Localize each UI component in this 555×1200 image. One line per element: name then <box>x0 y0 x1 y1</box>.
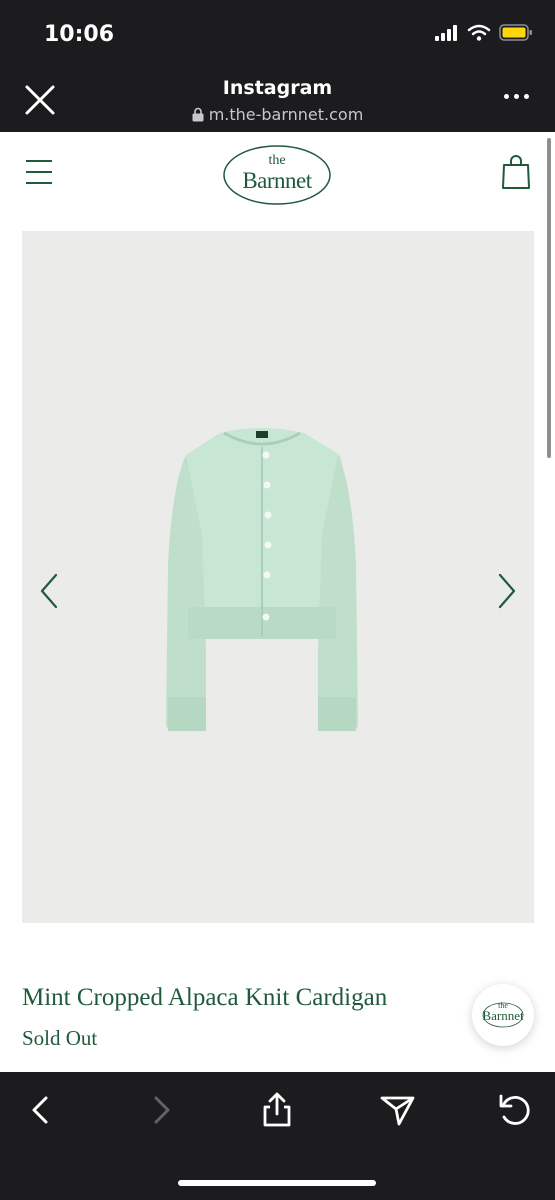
page-scrollbar[interactable] <box>547 138 551 458</box>
gallery-prev-button[interactable] <box>36 571 62 611</box>
browser-title: Instagram <box>222 77 333 99</box>
menu-button[interactable] <box>26 160 52 188</box>
signal-icon <box>435 24 457 41</box>
home-indicator <box>178 1180 376 1186</box>
wifi-icon <box>467 24 491 41</box>
web-page: the Barnnet Mint Cropped Alpaca Knit Car… <box>0 132 555 1072</box>
browser-toolbar <box>0 1072 555 1200</box>
chevron-right-icon <box>498 573 516 609</box>
in-app-browser-header: Instagram m.the-barnnet.com <box>0 68 555 132</box>
status-bar: 10:06 <box>0 0 555 68</box>
product-status: Sold Out <box>22 1026 98 1050</box>
lock-icon <box>192 107 204 122</box>
send-button[interactable] <box>377 1090 417 1130</box>
more-button[interactable] <box>504 94 529 99</box>
forward-arrow-icon <box>154 1096 170 1124</box>
cart-button[interactable] <box>501 154 531 190</box>
status-icons <box>435 24 533 41</box>
reload-icon <box>499 1094 530 1125</box>
browser-url[interactable]: m.the-barnnet.com <box>0 105 555 124</box>
share-button[interactable] <box>257 1090 297 1130</box>
product-title: Mint Cropped Alpaca Knit Cardigan <box>22 984 388 1011</box>
shopping-bag-icon <box>502 155 530 189</box>
logo-name: Barnnet <box>242 168 312 193</box>
back-button[interactable] <box>22 1090 62 1130</box>
logo-the: the <box>268 153 286 168</box>
hamburger-menu-icon <box>26 160 52 184</box>
share-icon <box>263 1092 291 1127</box>
chat-button[interactable]: the Barnnet <box>472 984 534 1046</box>
gallery-next-button[interactable] <box>494 571 520 611</box>
site-logo[interactable]: the Barnnet <box>222 144 332 206</box>
more-icon <box>504 94 509 99</box>
chat-logo-name: Barnnet <box>482 1008 524 1023</box>
product-gallery <box>22 231 534 923</box>
reload-button[interactable] <box>494 1090 534 1130</box>
battery-icon <box>499 24 532 41</box>
send-icon <box>380 1096 415 1126</box>
product-image-cardigan <box>166 428 358 731</box>
status-time: 10:06 <box>44 22 115 47</box>
browser-url-text: m.the-barnnet.com <box>208 105 364 124</box>
forward-button[interactable] <box>140 1090 180 1130</box>
back-arrow-icon <box>32 1096 48 1124</box>
site-header: the Barnnet <box>0 132 555 222</box>
chevron-left-icon <box>40 573 58 609</box>
